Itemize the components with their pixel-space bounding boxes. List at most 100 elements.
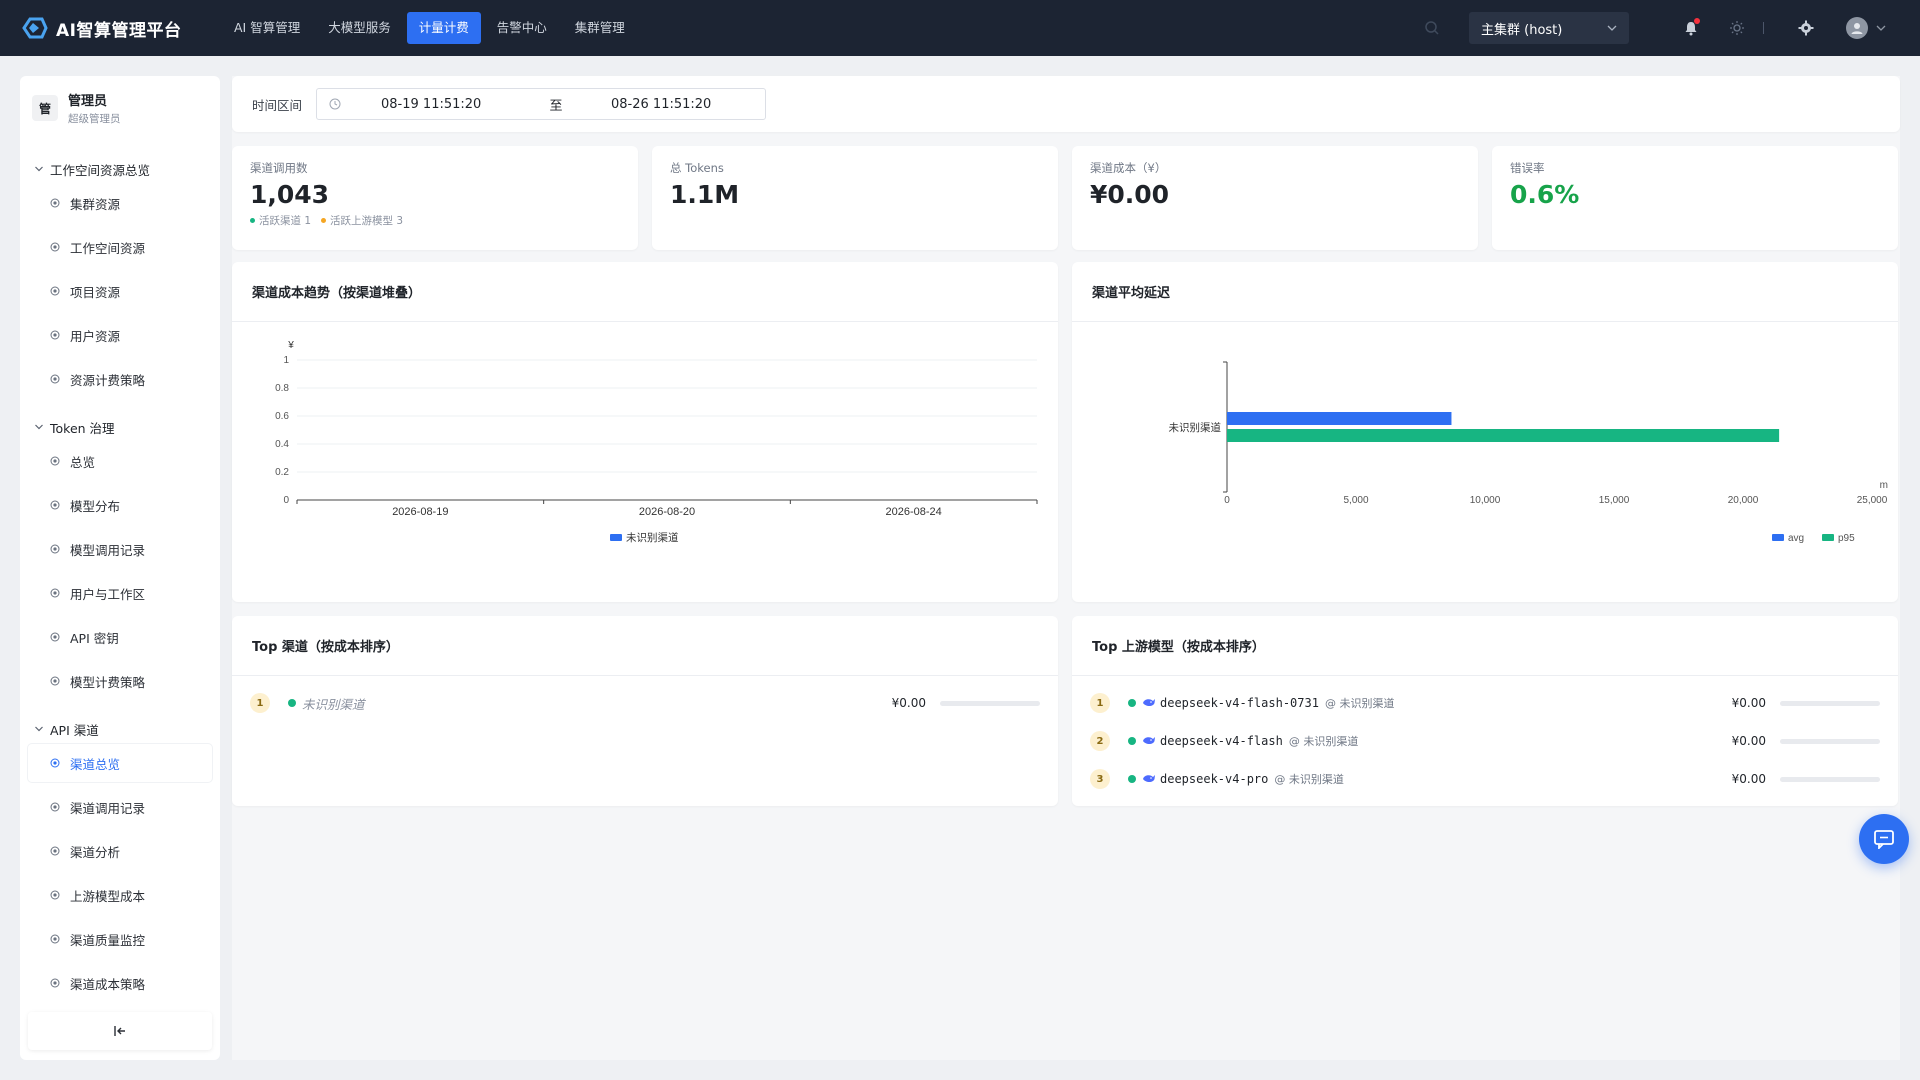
- chevron-down-icon: [35, 166, 43, 172]
- status-dot: [1128, 737, 1136, 745]
- menu-item-icon: [50, 890, 60, 900]
- sidebar-item-label: 用户与工作区: [70, 586, 146, 602]
- user-badge: 管: [32, 95, 58, 121]
- sidebar-item[interactable]: 渠道成本策略: [28, 964, 212, 1002]
- x-tick-label: 2026-08-19: [392, 506, 448, 518]
- active-models-text: 活跃上游模型 3: [330, 215, 404, 227]
- menu-item-icon: [50, 802, 60, 812]
- sidebar-item[interactable]: 模型分布: [28, 486, 212, 524]
- theme-toggle-button[interactable]: [1727, 18, 1747, 38]
- model-name: deepseek-v4-pro: [1160, 772, 1269, 786]
- menu-group-title: API 渠道: [50, 722, 99, 738]
- list-item[interactable]: 1 deepseek-v4-flash-0731 @ 未识别渠道 ¥0.00: [1072, 684, 1898, 722]
- x-tick-label: 5,000: [1343, 495, 1368, 506]
- nav-billing[interactable]: 计量计费: [406, 12, 481, 44]
- range-end-input[interactable]: 08-26 11:51:20: [611, 97, 731, 112]
- x-tick-label: 25,000: [1857, 495, 1888, 506]
- notification-button[interactable]: [1681, 18, 1701, 38]
- status-dot: [288, 699, 296, 707]
- y-tick-label: 0.4: [275, 439, 289, 450]
- sidebar-item-label: 用户资源: [70, 328, 121, 344]
- list-item[interactable]: 2 deepseek-v4-flash @ 未识别渠道 ¥0.00: [1072, 722, 1898, 760]
- sidebar-item[interactable]: 渠道调用记录: [28, 788, 212, 826]
- app-title: AI智算管理平台: [56, 20, 182, 41]
- legend-label: avg: [1788, 533, 1804, 544]
- menu-item-icon: [50, 286, 60, 296]
- menu-item-icon: [50, 242, 60, 252]
- chevron-down-icon: [35, 726, 43, 732]
- sidebar-item-label: 工作空间资源: [70, 240, 146, 256]
- cost-value: ¥0.00: [1731, 696, 1766, 710]
- user-menu[interactable]: [1846, 17, 1886, 39]
- user-role: 超级管理员: [68, 113, 121, 125]
- model-channel: @ 未识别渠道: [1324, 697, 1395, 710]
- list-item[interactable]: 3 deepseek-v4-pro @ 未识别渠道 ¥0.00: [1072, 760, 1898, 798]
- sidebar-item[interactable]: 用户与工作区: [28, 574, 212, 612]
- list-item[interactable]: 1 未识别渠道 ¥0.00: [232, 684, 1058, 722]
- top-channels-list: 1 未识别渠道 ¥0.00: [232, 676, 1058, 722]
- sidebar-item[interactable]: 渠道分析: [28, 832, 212, 870]
- range-start-input[interactable]: 08-19 11:51:20: [381, 97, 501, 112]
- rank-number: 2: [1090, 731, 1110, 751]
- deepseek-icon: [1143, 737, 1155, 744]
- cluster-select[interactable]: 主集群 (host): [1469, 12, 1629, 44]
- active-channels-text: 活跃渠道 1: [259, 215, 312, 227]
- menu-item-icon: [50, 500, 60, 510]
- menu-group-title: 工作空间资源总览: [50, 162, 151, 178]
- chevron-down-icon: [35, 424, 43, 430]
- cost-bar: [940, 700, 1040, 706]
- menu-group-token[interactable]: Token 治理: [20, 416, 220, 438]
- nav-llm-service[interactable]: 大模型服务: [316, 12, 403, 44]
- sidebar-item[interactable]: 集群资源: [28, 184, 212, 222]
- bar-avg: [1227, 412, 1452, 425]
- nav-cluster[interactable]: 集群管理: [563, 12, 637, 44]
- sidebar-item[interactable]: API 密钥: [28, 618, 212, 656]
- cost-bar: [1780, 738, 1880, 744]
- y-tick-label: 0: [283, 495, 289, 506]
- chat-assistant-button[interactable]: [1859, 814, 1909, 864]
- chat-icon: [1874, 830, 1894, 849]
- x-tick-label: 2026-08-20: [639, 506, 695, 518]
- active-channels: 活跃渠道 1: [250, 213, 311, 228]
- panel-title: 渠道成本趋势（按渠道堆叠）: [232, 262, 1058, 322]
- panel-title: Top 上游模型（按成本排序）: [1072, 616, 1898, 676]
- gear-icon: [1798, 20, 1814, 36]
- settings-button[interactable]: [1796, 18, 1816, 38]
- top-models-list: 1 deepseek-v4-flash-0731 @ 未识别渠道 ¥0.00 2…: [1072, 676, 1898, 798]
- kpi-value: ¥0.00: [1090, 180, 1170, 209]
- sidebar-item-label: 模型调用记录: [70, 542, 146, 558]
- user-name: 管理员: [68, 94, 108, 109]
- sidebar-item[interactable]: 资源计费策略: [28, 360, 212, 398]
- y-axis-unit: ¥: [287, 340, 294, 351]
- menu-group-workspace[interactable]: 工作空间资源总览: [20, 158, 220, 180]
- sidebar-item-label: 渠道调用记录: [70, 800, 146, 816]
- menu-item-icon: [50, 676, 60, 686]
- brand[interactable]: AI智算管理平台: [20, 15, 210, 41]
- sidebar-collapse-button[interactable]: [28, 1012, 212, 1050]
- menu-item-icon: [50, 456, 60, 466]
- legend-label: p95: [1838, 533, 1855, 544]
- sidebar-item[interactable]: 渠道总览: [28, 744, 212, 782]
- y-tick-label: 0.6: [275, 411, 289, 422]
- chart-legend: avg p95: [1772, 533, 1855, 544]
- rank-number: 1: [1090, 693, 1110, 713]
- sidebar-item[interactable]: 用户资源: [28, 316, 212, 354]
- sidebar-item[interactable]: 模型调用记录: [28, 530, 212, 568]
- sidebar-item[interactable]: 工作空间资源: [28, 228, 212, 266]
- nav-ai-compute[interactable]: AI 智算管理: [222, 12, 312, 44]
- status-dot: [1128, 699, 1136, 707]
- time-range-picker[interactable]: 08-19 11:51:20 至 08-26 11:51:20: [316, 88, 767, 120]
- sidebar-item[interactable]: 总览: [28, 442, 212, 480]
- menu-group-api-channel[interactable]: API 渠道: [20, 718, 220, 740]
- sidebar-item-label: 模型计费策略: [70, 674, 146, 690]
- sidebar-item[interactable]: 项目资源: [28, 272, 212, 310]
- clock-icon: [329, 98, 341, 110]
- panel-title: Top 渠道（按成本排序）: [232, 616, 1058, 676]
- sidebar-item[interactable]: 模型计费策略: [28, 662, 212, 700]
- latency-panel: 渠道平均延迟 未识别渠道 0 5,000 10,000 15,000 20,000 25,0…: [1072, 262, 1898, 602]
- nav-alerts[interactable]: 告警中心: [485, 12, 559, 44]
- sidebar-item[interactable]: 渠道质量监控: [28, 920, 212, 958]
- sidebar-item[interactable]: 上游模型成本: [28, 876, 212, 914]
- search-icon[interactable]: [1423, 19, 1441, 37]
- cost-value: ¥0.00: [891, 696, 926, 710]
